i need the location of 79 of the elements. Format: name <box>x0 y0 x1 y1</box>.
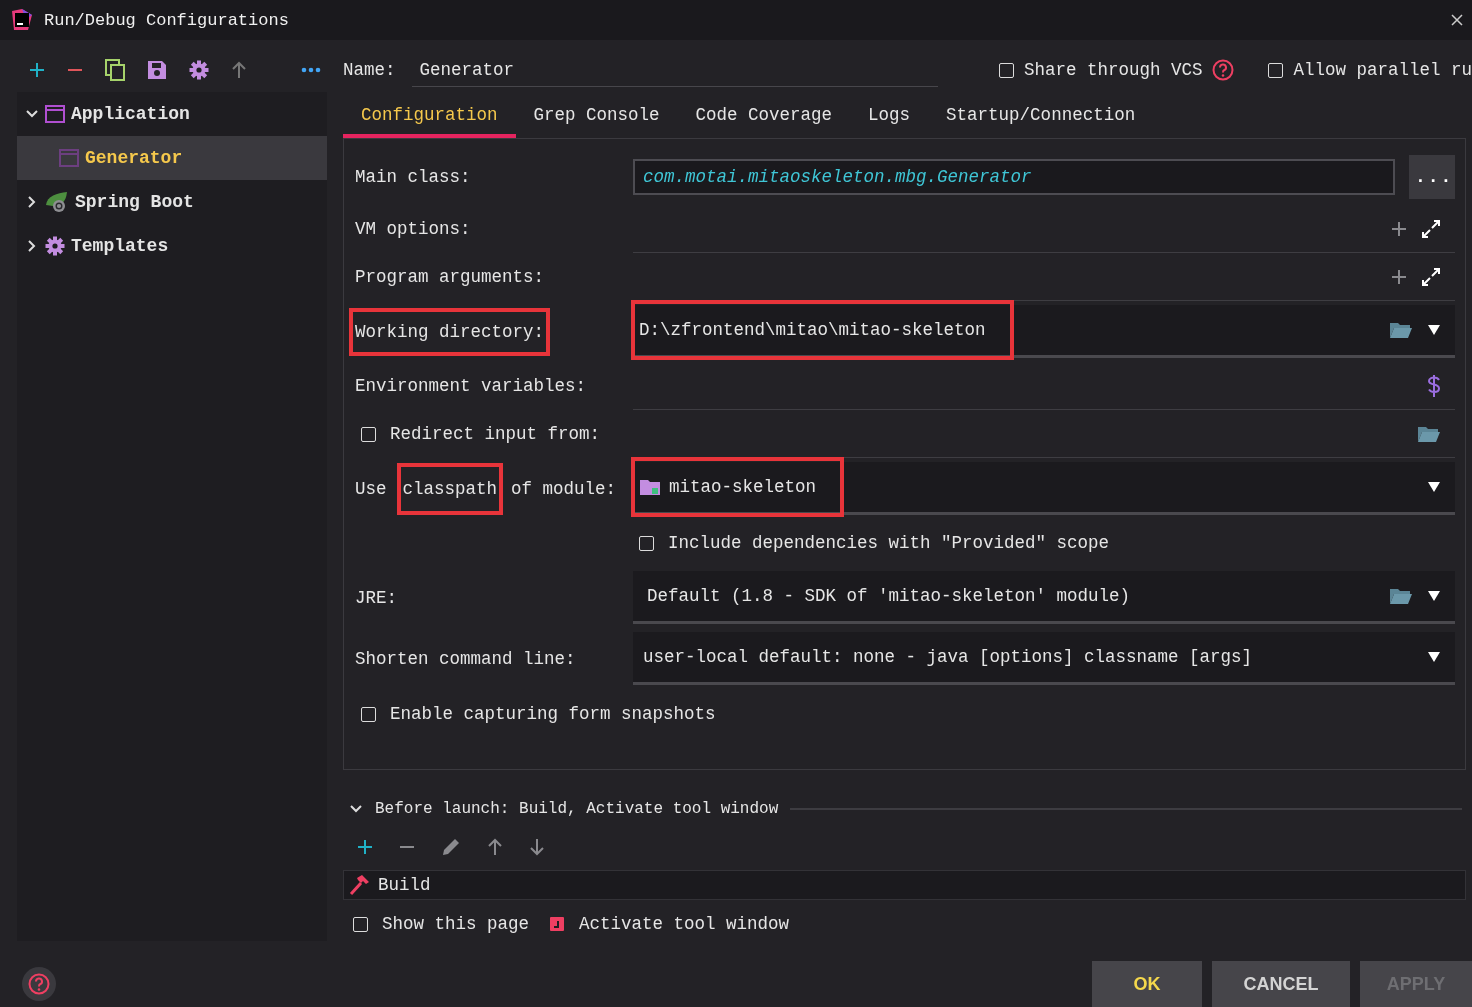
checkbox[interactable] <box>361 706 376 722</box>
field-label: VM options: <box>355 219 471 239</box>
down-arrow-icon[interactable] <box>529 838 545 856</box>
dropdown-arrow-icon[interactable] <box>1427 324 1441 336</box>
up-arrow-icon[interactable] <box>487 838 503 856</box>
field-value: mitao-skeleton <box>669 477 817 497</box>
dropdown-arrow-icon[interactable] <box>1427 590 1441 602</box>
field-label: Shorten command line: <box>355 648 576 669</box>
field-label: JRE: <box>355 587 397 608</box>
hammer-icon <box>348 874 370 896</box>
settings-icon[interactable] <box>189 60 209 80</box>
tab[interactable]: Startup/Connection <box>928 96 1154 138</box>
expand-icon[interactable] <box>1421 218 1441 239</box>
section-title: Before launch: Build, Activate tool window <box>375 800 779 818</box>
window-icon <box>59 149 79 167</box>
app-logo-icon <box>10 8 34 32</box>
more-icon[interactable] <box>301 67 321 73</box>
checkbox-label: Enable capturing form snapshots <box>390 704 716 724</box>
folder-icon[interactable] <box>1389 587 1413 605</box>
save-icon[interactable] <box>147 60 167 80</box>
tab[interactable]: Grep Console <box>515 96 678 138</box>
dropdown-arrow-icon[interactable] <box>1427 651 1441 663</box>
add-icon[interactable] <box>29 62 45 78</box>
dialog-button[interactable]: CANCEL <box>1212 961 1350 1007</box>
field-label: Main class: <box>355 167 471 187</box>
checkbox-label: Share through VCS <box>1023 60 1203 80</box>
add-icon[interactable] <box>1391 268 1407 285</box>
checkbox-label: Redirect input from: <box>390 424 601 444</box>
field-label: Use <box>355 477 387 501</box>
field-label: of module: <box>511 477 617 501</box>
tree-item[interactable]: Spring Boot <box>17 180 327 224</box>
tab[interactable]: Logs <box>850 96 929 138</box>
field-label: classpath <box>402 477 498 501</box>
browse-button[interactable]: ... <box>1409 155 1455 199</box>
dropdown-arrow-icon[interactable] <box>1427 481 1441 493</box>
checkbox-label: Allow parallel ru <box>1293 60 1472 80</box>
up-arrow-icon[interactable] <box>231 61 247 79</box>
field-value: Default (1.8 - SDK of 'mitao-skeleton' module) <box>647 586 1131 606</box>
window-icon <box>45 105 65 123</box>
checkbox-label: Show this page <box>382 914 530 934</box>
checkbox[interactable] <box>998 62 1014 78</box>
expand-icon[interactable] <box>1421 266 1441 287</box>
dropdown[interactable]: user-local default: none - java [options] classname [args] <box>633 632 1455 685</box>
module-folder-icon <box>639 478 661 496</box>
task-item[interactable]: Build <box>378 875 431 895</box>
folder-icon[interactable] <box>1389 321 1413 339</box>
field-label: Environment variables: <box>355 376 587 396</box>
tree-item[interactable]: Generator <box>17 136 327 180</box>
window-title: Run/Debug Configurations <box>44 10 289 30</box>
checkbox[interactable] <box>1268 62 1284 78</box>
close-icon[interactable] <box>1450 13 1464 27</box>
folder-icon[interactable] <box>1417 424 1441 443</box>
add-icon[interactable] <box>357 839 373 855</box>
leaf-icon <box>45 191 69 213</box>
checkbox[interactable] <box>353 916 368 932</box>
checkbox-label: Include dependencies with "Provided" scope <box>668 533 1110 553</box>
class-field[interactable]: com.motai.mitaoskeleton.mbg.Generator <box>633 159 1395 195</box>
help-icon[interactable] <box>1212 59 1235 81</box>
help-icon <box>28 973 50 995</box>
copy-icon[interactable] <box>105 59 125 81</box>
tree-item[interactable]: Application <box>17 92 327 136</box>
checkbox[interactable] <box>639 535 654 551</box>
field-label: Working directory: <box>355 321 545 342</box>
checkbox[interactable] <box>361 426 376 442</box>
field-label: Name: <box>343 60 396 80</box>
gear-icon <box>45 236 65 256</box>
pencil-icon[interactable] <box>441 837 461 857</box>
tree-item[interactable]: Templates <box>17 224 327 268</box>
path-field[interactable]: Default (1.8 - SDK of 'mitao-skeleton' module) <box>633 571 1455 624</box>
help-button[interactable] <box>22 967 56 1001</box>
tab[interactable]: Code Coverage <box>677 96 851 138</box>
ok-button[interactable]: OK <box>1092 961 1202 1007</box>
field-label: Program arguments: <box>355 267 545 287</box>
checkbox-label: Activate tool window <box>579 914 790 934</box>
add-icon[interactable] <box>1391 220 1407 237</box>
field-value: D:\zfrontend\mitao\mitao-skeleton <box>639 320 986 340</box>
dollar-icon[interactable] <box>1427 374 1441 397</box>
name-field[interactable]: Generator <box>411 53 938 87</box>
tab[interactable]: Configuration <box>343 96 516 138</box>
